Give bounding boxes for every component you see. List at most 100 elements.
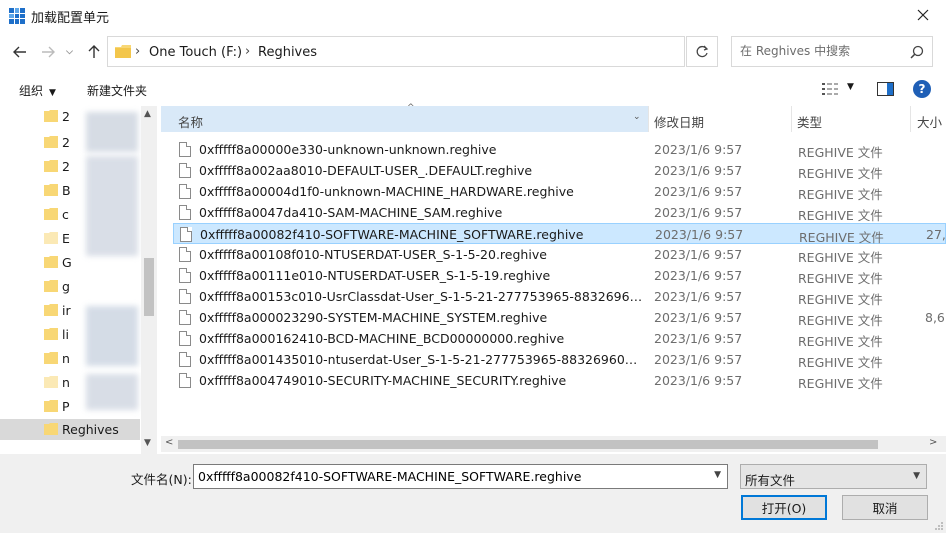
file-row[interactable]: 0xfffff8a0047da410-SAM-MACHINE_SAM.reghi… bbox=[173, 202, 946, 223]
scroll-up-icon[interactable]: ▲ bbox=[144, 109, 151, 119]
file-icon bbox=[179, 289, 191, 304]
file-row[interactable]: 0xfffff8a00153c010-UsrClassdat-User_S-1-… bbox=[173, 286, 946, 307]
file-icon bbox=[180, 227, 192, 242]
chevron-down-icon bbox=[65, 49, 73, 54]
folder-icon bbox=[44, 232, 58, 244]
scroll-left-icon[interactable]: < bbox=[165, 437, 173, 448]
forward-button[interactable] bbox=[38, 42, 58, 62]
column-date[interactable]: 修改日期 bbox=[649, 106, 792, 132]
file-row[interactable]: 0xfffff8a004749010-SECURITY-MACHINE_SECU… bbox=[173, 370, 946, 391]
file-icon bbox=[179, 310, 191, 325]
refresh-icon bbox=[696, 45, 709, 57]
folder-icon bbox=[44, 304, 58, 316]
title-bar: 加载配置单元 bbox=[0, 0, 946, 32]
file-icon bbox=[179, 163, 191, 178]
search-icon[interactable] bbox=[910, 45, 924, 59]
folder-icon bbox=[44, 328, 58, 340]
details-view-icon[interactable] bbox=[822, 82, 838, 96]
column-name[interactable]: 名称 ^ ⌄ bbox=[161, 103, 649, 132]
filename-combobox[interactable]: ▼ bbox=[193, 464, 728, 489]
redacted-region bbox=[86, 374, 138, 410]
redacted-region bbox=[86, 156, 138, 256]
file-icon bbox=[179, 268, 191, 283]
scroll-right-icon[interactable]: > bbox=[929, 437, 937, 448]
breadcrumb-current[interactable]: Reghives bbox=[258, 45, 317, 60]
sort-ascending-icon: ^ bbox=[407, 103, 415, 113]
redacted-region bbox=[86, 306, 138, 366]
file-row[interactable]: 0xfffff8a000023290-SYSTEM-MACHINE_SYSTEM… bbox=[173, 307, 946, 328]
open-button[interactable]: 打开(O) bbox=[741, 495, 827, 520]
scroll-thumb[interactable] bbox=[144, 258, 154, 316]
file-row[interactable]: 0xfffff8a00111e010-NTUSERDAT-USER_S-1-5-… bbox=[173, 265, 946, 286]
file-icon bbox=[179, 352, 191, 367]
nav-scrollbar[interactable]: ▲ ▼ bbox=[141, 106, 157, 454]
breadcrumb-separator: › bbox=[245, 44, 251, 59]
file-row[interactable]: 0xfffff8a002aa8010-DEFAULT-USER_.DEFAULT… bbox=[173, 160, 946, 181]
file-icon bbox=[179, 373, 191, 388]
scroll-thumb[interactable] bbox=[178, 440, 878, 449]
folder-icon bbox=[44, 110, 58, 122]
address-row: › One Touch (F:) › Reghives bbox=[0, 34, 946, 70]
file-row[interactable]: 0xfffff8a00000e330-unknown-unknown.reghi… bbox=[173, 139, 946, 160]
arrow-right-icon bbox=[42, 46, 55, 58]
horizontal-scrollbar[interactable]: < > bbox=[161, 436, 946, 452]
help-icon[interactable]: ? bbox=[913, 80, 931, 98]
folder-icon bbox=[115, 45, 131, 58]
column-size[interactable]: 大小 bbox=[911, 106, 946, 132]
breadcrumb-drive[interactable]: One Touch (F:) bbox=[149, 45, 242, 60]
folder-icon bbox=[44, 184, 58, 196]
back-button[interactable] bbox=[10, 42, 30, 62]
search-box[interactable] bbox=[731, 36, 933, 67]
file-icon bbox=[179, 247, 191, 262]
caret-down-icon: ▼ bbox=[49, 88, 56, 98]
up-button[interactable] bbox=[84, 42, 104, 62]
folder-icon bbox=[44, 160, 58, 172]
address-bar[interactable]: › One Touch (F:) › Reghives bbox=[107, 36, 775, 67]
search-input[interactable] bbox=[740, 44, 900, 58]
file-row[interactable]: 0xfffff8a000162410-BCD-MACHINE_BCD000000… bbox=[173, 328, 946, 349]
breadcrumb-separator: › bbox=[135, 44, 141, 59]
file-icon bbox=[179, 331, 191, 346]
file-icon bbox=[179, 184, 191, 199]
nav-folder-item[interactable]: g bbox=[0, 276, 140, 297]
redacted-region bbox=[86, 112, 138, 152]
nav-folder-reghives[interactable]: Reghives bbox=[0, 419, 140, 440]
new-folder-button[interactable]: 新建文件夹 bbox=[87, 82, 147, 99]
scroll-down-icon[interactable]: ▼ bbox=[144, 438, 151, 448]
recent-locations-button[interactable] bbox=[62, 42, 76, 62]
navigation-pane: 2 2 2 B c E G g ir li n n P Reghives bbox=[0, 106, 157, 454]
file-row[interactable]: 0xfffff8a00004d1f0-unknown-MACHINE_HARDW… bbox=[173, 181, 946, 202]
arrow-up-icon bbox=[88, 45, 100, 58]
view-options-dropdown[interactable]: ▼ bbox=[847, 82, 854, 92]
folder-icon bbox=[44, 400, 58, 412]
command-bar: 组织 ▼ 新建文件夹 ▼ ? bbox=[0, 74, 946, 106]
organize-menu[interactable]: 组织 ▼ bbox=[19, 82, 56, 99]
folder-icon bbox=[44, 256, 58, 268]
window-title: 加载配置单元 bbox=[31, 11, 110, 26]
arrow-left-icon bbox=[13, 46, 26, 58]
folder-icon bbox=[44, 136, 58, 148]
regedit-icon bbox=[9, 8, 25, 24]
refresh-button[interactable] bbox=[686, 36, 718, 67]
folder-icon bbox=[44, 376, 58, 388]
column-type[interactable]: 类型 bbox=[792, 106, 911, 132]
close-button[interactable] bbox=[900, 0, 946, 30]
file-row[interactable]: 0xfffff8a00108f010-NTUSERDAT-USER_S-1-5-… bbox=[173, 244, 946, 265]
chevron-down-icon[interactable]: ▼ bbox=[714, 470, 721, 480]
chevron-down-icon: ▼ bbox=[913, 471, 920, 481]
chevron-down-icon[interactable]: ⌄ bbox=[633, 112, 641, 122]
file-type-select[interactable]: 所有文件 ▼ bbox=[740, 464, 927, 489]
close-icon bbox=[917, 9, 929, 21]
filename-input[interactable] bbox=[198, 469, 703, 484]
resize-grip-icon[interactable] bbox=[934, 521, 944, 531]
filename-label: 文件名(N): bbox=[131, 472, 192, 487]
file-row[interactable]: 0xfffff8a001435010-ntuserdat-User_S-1-5-… bbox=[173, 349, 946, 370]
file-dialog-footer: 文件名(N): ▼ 所有文件 ▼ 打开(O) 取消 bbox=[0, 454, 946, 533]
file-icon bbox=[179, 142, 191, 157]
file-list: 名称 ^ ⌄ 修改日期 类型 大小 0xfffff8a00000e330-unk… bbox=[161, 103, 946, 454]
cancel-button[interactable]: 取消 bbox=[842, 495, 928, 520]
folder-icon bbox=[44, 280, 58, 292]
folder-icon bbox=[44, 352, 58, 364]
file-row-selected[interactable]: 0xfffff8a00082f410-SOFTWARE-MACHINE_SOFT… bbox=[173, 223, 946, 245]
preview-pane-icon[interactable] bbox=[877, 82, 894, 96]
